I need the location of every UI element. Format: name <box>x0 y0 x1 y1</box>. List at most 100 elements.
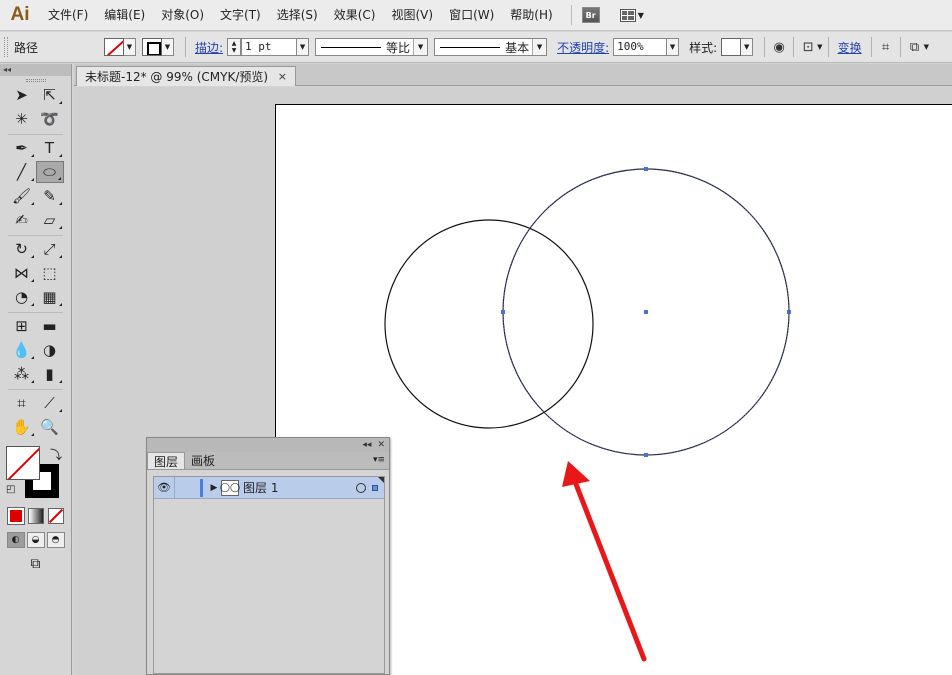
bridge-button[interactable]: Br <box>581 7 600 23</box>
stroke-label[interactable]: 描边: <box>195 39 223 56</box>
layer-name[interactable]: 图层 1 <box>243 479 356 496</box>
draw-inside-button[interactable]: ◓ <box>46 532 65 548</box>
center-point[interactable] <box>644 310 648 314</box>
close-icon[interactable]: ✕ <box>377 440 385 450</box>
menu-select[interactable]: 选择(S) <box>269 0 326 31</box>
chevron-down-icon[interactable]: ▼ <box>297 38 310 56</box>
stroke-weight-stepper[interactable]: ▲ ▼ <box>227 38 242 56</box>
menu-file[interactable]: 文件(F) <box>40 0 96 31</box>
style-swatch[interactable] <box>721 38 742 56</box>
chevron-down-icon[interactable]: ▼ <box>532 39 547 55</box>
variable-width-profile-select[interactable]: 等比 ▼ <box>315 38 429 56</box>
blend-tool-icon[interactable]: ◑ <box>36 339 64 361</box>
swap-fill-stroke-icon[interactable]: ⤵ <box>50 446 62 463</box>
menu-effect[interactable]: 效果(C) <box>326 0 384 31</box>
type-tool-icon[interactable]: T <box>36 137 64 159</box>
width-tool-icon[interactable]: ⋈ <box>8 262 36 284</box>
document-tab[interactable]: 未标题-12* @ 99% (CMYK/预览) × <box>76 66 296 86</box>
scale-tool-icon[interactable]: ⤢ <box>36 238 64 260</box>
draw-normal-button[interactable]: ◐ <box>6 532 25 548</box>
screen-mode-icon[interactable]: ⧉ <box>0 556 71 572</box>
arrange-documents-button[interactable]: ▼ <box>619 8 644 22</box>
magic-wand-tool-icon[interactable]: ✳ <box>8 108 36 130</box>
paintbrush-tool-icon[interactable]: 🖌 <box>8 185 36 207</box>
pen-tool-icon[interactable]: ✒ <box>8 137 36 159</box>
selection-tool-icon[interactable]: ➤ <box>8 84 36 106</box>
transform-label[interactable]: 变换 <box>838 39 862 56</box>
draw-behind-button[interactable]: ◒ <box>26 532 45 548</box>
line-tool-icon[interactable]: ╱ <box>8 161 36 183</box>
default-colors-icon[interactable]: ◰ <box>6 484 15 495</box>
chevron-down-icon[interactable]: ▼ <box>162 38 174 56</box>
menu-object[interactable]: 对象(O) <box>153 0 212 31</box>
tab-layers[interactable]: 图层 <box>147 452 186 469</box>
mesh-tool-icon[interactable]: ⊞ <box>8 315 36 337</box>
artboard-tool-icon[interactable]: ⌗ <box>8 392 36 414</box>
direct-selection-tool-icon[interactable]: ⇱ <box>36 84 64 106</box>
selection-square-icon[interactable] <box>372 484 378 491</box>
rotate-tool-icon[interactable]: ↻ <box>8 238 36 260</box>
blob-brush-tool-icon[interactable]: ✍ <box>8 209 36 231</box>
target-circle-icon[interactable] <box>356 482 366 493</box>
chevron-down-icon[interactable]: ▼ <box>667 38 680 56</box>
opacity-label[interactable]: 不透明度: <box>557 39 609 56</box>
graphic-style-control[interactable]: ▼ <box>721 38 754 56</box>
pencil-tool-icon[interactable]: ✎ <box>36 185 64 207</box>
chevron-down-icon[interactable]: ▼ <box>817 43 822 51</box>
stroke-weight-input[interactable]: 1 pt <box>241 38 298 56</box>
chevron-down-icon[interactable]: ▼ <box>741 38 754 56</box>
shape-builder-tool-icon[interactable]: ◔ <box>8 286 36 308</box>
zoom-tool-icon[interactable]: 🔍 <box>36 416 64 438</box>
collapse-icon[interactable]: ◂◂ <box>362 440 371 450</box>
chevron-down-icon[interactable]: ▼ <box>124 38 136 56</box>
panel-menu-icon[interactable]: ▾≡ <box>373 455 385 465</box>
chevron-down-icon[interactable]: ▼ <box>924 43 929 51</box>
gradient-mode-button[interactable] <box>27 508 44 524</box>
menu-help[interactable]: 帮助(H) <box>502 0 560 31</box>
perspective-grid-tool-icon[interactable]: ▦ <box>36 286 64 308</box>
menu-view[interactable]: 视图(V) <box>383 0 441 31</box>
grip-handle[interactable] <box>0 76 71 84</box>
anchor-point-right[interactable] <box>787 310 791 314</box>
column-graph-tool-icon[interactable]: ▮ <box>36 363 64 385</box>
hand-tool-icon[interactable]: ✋ <box>8 416 36 438</box>
ellipse-tool-icon[interactable]: ⬭ <box>35 161 64 183</box>
collapse-icon[interactable]: ◂◂ <box>0 64 71 76</box>
color-mode-button[interactable] <box>6 507 25 525</box>
opacity-input[interactable]: 100% <box>613 38 668 56</box>
eraser-tool-icon[interactable]: ▱ <box>36 209 64 231</box>
recolor-artwork-icon[interactable]: ◉ <box>770 38 788 56</box>
lock-toggle[interactable] <box>174 476 196 499</box>
stroke-swatch[interactable] <box>142 38 162 56</box>
expand-triangle-icon[interactable]: ▶ <box>207 483 221 493</box>
menu-window[interactable]: 窗口(W) <box>441 0 502 31</box>
anchor-point-bottom[interactable] <box>644 453 648 457</box>
stroke-color-control[interactable]: ▼ <box>142 38 174 56</box>
none-mode-button[interactable] <box>47 508 64 524</box>
isolate-group-icon[interactable]: ⌗ <box>877 38 895 56</box>
slice-tool-icon[interactable]: ⟋ <box>36 392 64 414</box>
layer-row[interactable]: 👁 ▶ ◯◯ 图层 1 <box>154 476 384 499</box>
tab-artboards[interactable]: 画板 <box>185 452 221 469</box>
symbol-sprayer-tool-icon[interactable]: ⁂ <box>8 363 36 385</box>
more-options-icon[interactable]: ⧉ <box>906 38 924 56</box>
lasso-tool-icon[interactable]: ➰ <box>36 108 64 130</box>
anchor-point-left[interactable] <box>501 310 505 314</box>
chevron-down-icon[interactable]: ▼ <box>413 39 428 55</box>
panel-titlebar[interactable]: ◂◂ ✕ <box>147 438 389 452</box>
grip-handle[interactable] <box>4 37 8 57</box>
fill-swatch[interactable] <box>6 446 40 480</box>
align-options-icon[interactable]: ⊡ <box>799 38 817 56</box>
menu-type[interactable]: 文字(T) <box>212 0 269 31</box>
circle-shape[interactable] <box>384 219 594 429</box>
fill-color-control[interactable]: ▼ <box>104 38 136 56</box>
brush-definition-select[interactable]: 基本 ▼ <box>434 38 548 56</box>
menu-edit[interactable]: 编辑(E) <box>96 0 153 31</box>
eye-icon[interactable]: 👁 <box>154 481 174 494</box>
close-icon[interactable]: × <box>278 70 287 83</box>
free-transform-tool-icon[interactable]: ⬚ <box>36 262 64 284</box>
fill-none-swatch[interactable] <box>104 38 124 56</box>
anchor-point-top[interactable] <box>644 167 648 171</box>
eyedropper-tool-icon[interactable]: 💧 <box>8 339 36 361</box>
gradient-tool-icon[interactable]: ▬ <box>36 315 64 337</box>
